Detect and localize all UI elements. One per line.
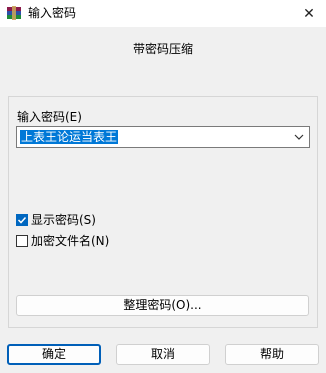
window-title: 输入密码	[28, 6, 77, 20]
dialog-subtitle: 带密码压缩	[132, 42, 193, 56]
encrypt-filenames-checkbox[interactable]	[16, 234, 28, 247]
password-label: 输入密码(E)	[17, 110, 82, 124]
show-password-label: 显示密码(S)	[31, 213, 96, 227]
title-bar: 输入密码 ✕	[0, 0, 326, 27]
encrypt-filenames-label: 加密文件名(N)	[31, 234, 110, 248]
show-password-option[interactable]: 显示密码(S)	[16, 211, 96, 228]
show-password-checkbox[interactable]	[16, 213, 28, 226]
password-input[interactable]: 上表王论运当表王	[20, 130, 119, 144]
password-combobox[interactable]: 上表王论运当表王	[16, 126, 310, 148]
ok-button[interactable]: 确定	[7, 344, 101, 365]
checkmark-icon	[17, 216, 27, 224]
help-button[interactable]: 帮助	[225, 344, 319, 365]
encrypt-filenames-option[interactable]: 加密文件名(N)	[16, 232, 109, 249]
organize-passwords-button[interactable]: 整理密码(O)...	[16, 295, 309, 316]
chevron-down-icon[interactable]	[293, 130, 305, 144]
close-button[interactable]: ✕	[292, 0, 326, 27]
winrar-icon	[6, 6, 22, 21]
cancel-button[interactable]: 取消	[116, 344, 210, 365]
